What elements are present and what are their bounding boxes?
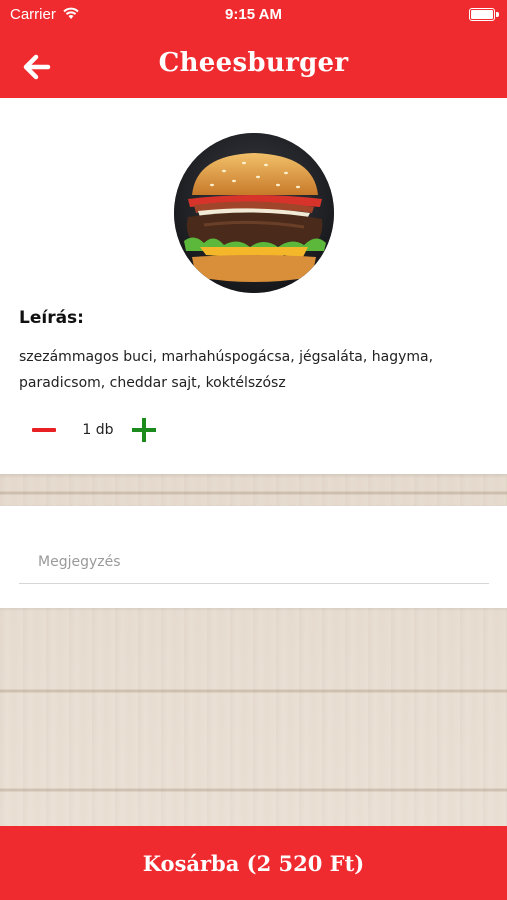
note-input[interactable]	[19, 546, 489, 584]
decrease-quantity-button[interactable]	[30, 417, 58, 443]
description-label: Leírás:	[19, 308, 84, 328]
app-header: Carrier 9:15 AM Cheesburger	[0, 0, 507, 98]
clock: 9:15 AM	[225, 6, 282, 23]
product-card: Leírás: szezámmagos buci, marhahúspogács…	[0, 98, 507, 474]
product-image	[174, 133, 334, 293]
status-bar: Carrier 9:15 AM	[0, 0, 507, 30]
battery-icon	[469, 8, 499, 21]
page-title: Cheesburger	[158, 48, 349, 78]
description-text: szezámmagos buci, marhahúspogácsa, jégsa…	[19, 349, 434, 391]
add-to-cart-button[interactable]: Kosárba (2 520 Ft)	[0, 826, 507, 900]
note-card	[0, 506, 507, 608]
quantity-value: 1 db	[82, 422, 114, 438]
increase-quantity-button[interactable]	[130, 416, 158, 444]
burger-image	[174, 133, 334, 293]
